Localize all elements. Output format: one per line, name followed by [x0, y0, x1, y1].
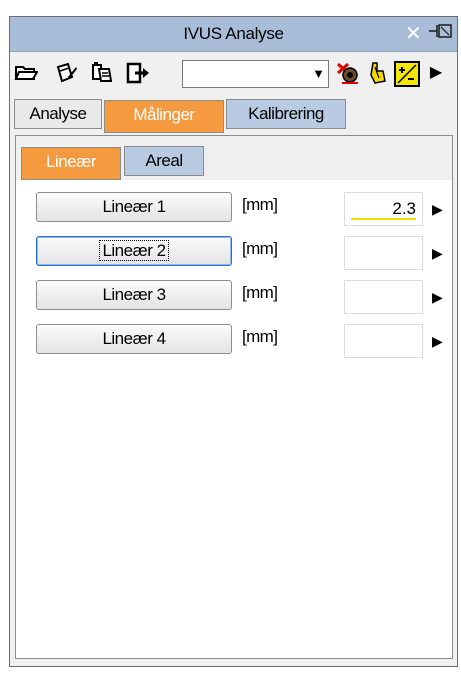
value-underline — [351, 218, 416, 220]
linear-3-button[interactable]: Lineær 3 — [36, 280, 232, 310]
unit-label: [mm] — [242, 239, 278, 258]
tab-kalibrering[interactable]: Kalibrering — [226, 99, 346, 129]
value-text: 2.3 — [392, 199, 416, 218]
eye-crossed-icon[interactable] — [336, 61, 360, 85]
subtab-areal[interactable]: Areal — [124, 146, 204, 176]
yellow-plus-minus-icon[interactable] — [394, 61, 420, 87]
button-label: Lineær 1 — [102, 197, 166, 216]
unit-label: [mm] — [242, 327, 278, 346]
button-label: Lineær 2 — [99, 240, 169, 261]
tab-content: Lineær Areal Lineær 1 [mm] 2.3 ▶ Lineær … — [15, 135, 453, 659]
sub-tabs: Lineær Areal — [16, 136, 452, 180]
value-field[interactable]: 2.3 — [344, 192, 423, 226]
chevron-down-icon[interactable]: ▼ — [312, 66, 325, 81]
expand-arrow-icon[interactable]: ▶ — [432, 201, 443, 218]
linear-2-button[interactable]: Lineær 2 — [36, 236, 232, 266]
value-field[interactable] — [344, 236, 423, 270]
open-folder-icon[interactable] — [14, 61, 39, 85]
tab-malinger[interactable]: Målinger — [104, 100, 224, 133]
expand-arrow-icon[interactable]: ▶ — [432, 245, 443, 262]
value-field[interactable] — [344, 324, 423, 358]
linear-1-button[interactable]: Lineær 1 — [36, 192, 232, 222]
pin-icon[interactable] — [428, 22, 454, 45]
value-field[interactable] — [344, 280, 423, 314]
edit-document-icon[interactable] — [54, 61, 78, 85]
overflow-arrow-icon[interactable]: ▶ — [424, 61, 448, 85]
copy-document-icon[interactable] — [90, 61, 114, 85]
expand-arrow-icon[interactable]: ▶ — [432, 289, 443, 306]
export-icon[interactable] — [125, 61, 149, 85]
measurement-row: Lineær 3 [mm] ▶ — [16, 280, 452, 314]
unit-label: [mm] — [242, 283, 278, 302]
button-label: Lineær 4 — [102, 329, 166, 348]
close-icon[interactable]: ✕ — [405, 21, 422, 46]
main-tabs: Analyse Målinger Kalibrering — [10, 97, 457, 133]
title-bar[interactable]: IVUS Analyse ✕ — [10, 17, 457, 52]
cursor-hand-icon[interactable] — [366, 61, 390, 85]
toolbar: ▼ ▶ — [10, 55, 457, 91]
tab-analyse[interactable]: Analyse — [14, 99, 102, 129]
toolbar-combobox[interactable]: ▼ — [182, 60, 329, 88]
ivus-analysis-panel: IVUS Analyse ✕ ▼ ▶ Analyse Målinger Kali… — [9, 16, 458, 667]
linear-4-button[interactable]: Lineær 4 — [36, 324, 232, 354]
expand-arrow-icon[interactable]: ▶ — [432, 333, 443, 350]
measurement-row: Lineær 4 [mm] ▶ — [16, 324, 452, 358]
button-label: Lineær 3 — [102, 285, 166, 304]
measurement-row: Lineær 1 [mm] 2.3 ▶ — [16, 192, 452, 226]
measurement-row: Lineær 2 [mm] ▶ — [16, 236, 452, 270]
unit-label: [mm] — [242, 195, 278, 214]
window-title: IVUS Analyse — [183, 24, 284, 43]
subtab-linear[interactable]: Lineær — [21, 147, 121, 180]
